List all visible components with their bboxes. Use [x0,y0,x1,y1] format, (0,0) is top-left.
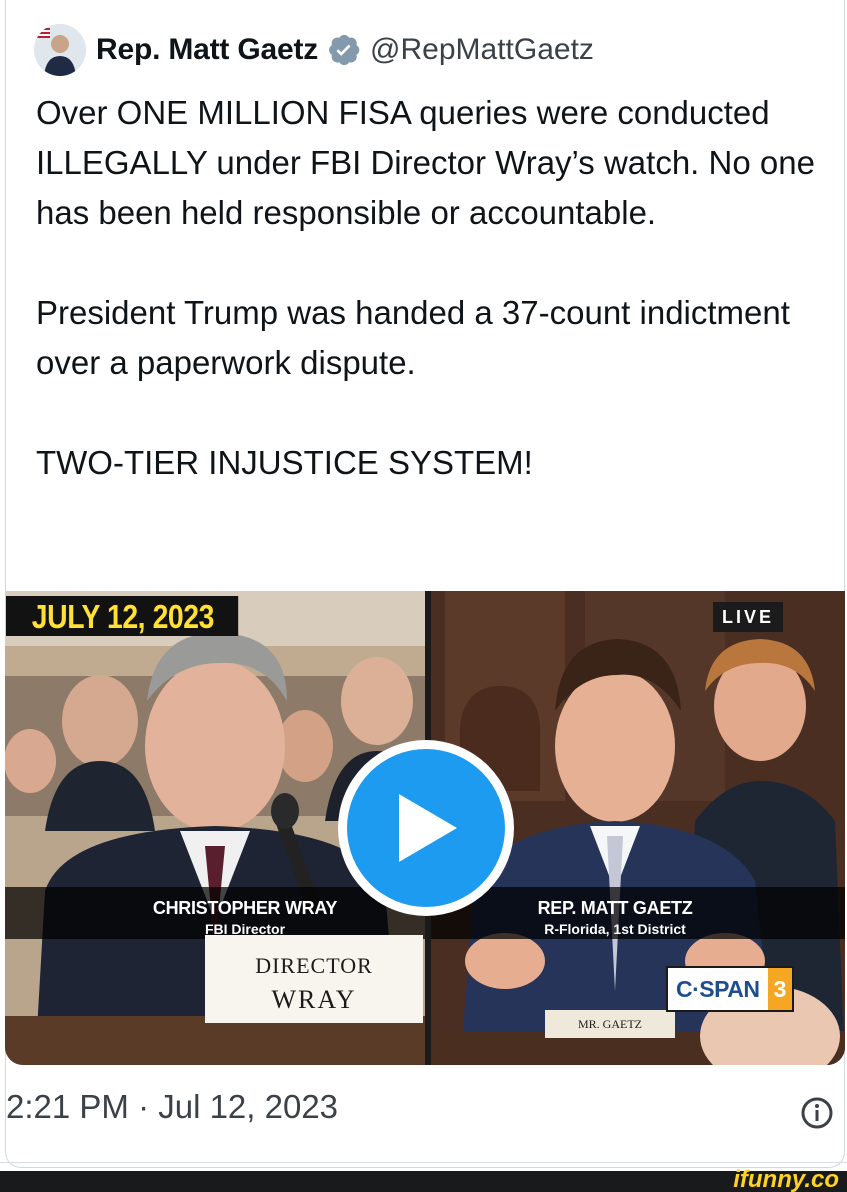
name-placard-right: MR. GAETZ [545,1010,675,1038]
play-icon [399,794,457,862]
watermark-bar [0,1171,847,1192]
network-logo-number: 3 [768,968,792,1010]
play-button-circle[interactable] [347,749,505,907]
lower-third-right-name: REP. MATT GAETZ [537,898,693,918]
live-badge: LIVE [713,602,783,632]
tweet-text: Over ONE MILLION FISA queries were condu… [36,94,815,481]
placard-left-line1: DIRECTOR [255,953,373,978]
network-logo: C·SPAN 3 [666,966,794,1012]
video-date-badge: JULY 12, 2023 [6,596,239,636]
tweet-timestamp[interactable]: 2:21 PM · Jul 12, 2023 [6,1088,338,1126]
divider [0,1162,847,1163]
placard-left-line2: WRAY [271,985,357,1014]
lower-third-left: CHRISTOPHER WRAY FBI Director [90,898,400,937]
name-placard-left: DIRECTOR WRAY [205,935,423,1023]
verified-badge-icon [328,34,360,66]
ifunny-watermark: ifunny.co [733,1166,839,1192]
network-logo-text: C·SPAN [676,975,760,1002]
author-avatar[interactable] [34,24,86,76]
info-icon[interactable] [800,1096,834,1130]
play-button[interactable] [338,740,514,916]
lower-third-right: REP. MATT GAETZ R-Florida, 1st District [470,898,760,937]
author-handle[interactable]: @RepMattGaetz [370,33,594,67]
lower-third-left-name: CHRISTOPHER WRAY [152,898,338,918]
tweet-author[interactable]: Rep. Matt Gaetz @RepMattGaetz [34,24,594,76]
lower-third-right-title: R-Florida, 1st District [544,921,686,937]
author-name[interactable]: Rep. Matt Gaetz [96,33,318,67]
